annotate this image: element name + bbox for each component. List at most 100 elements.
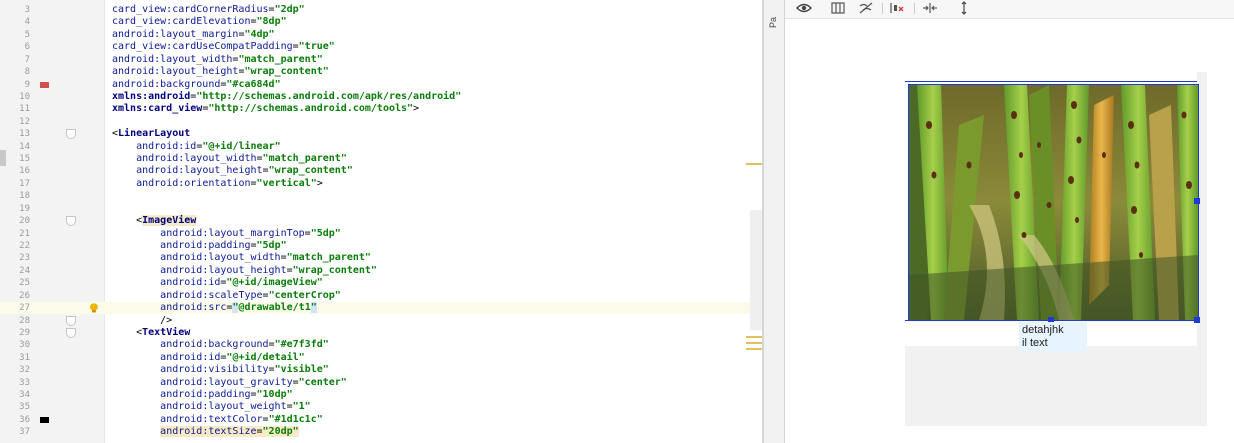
code-line[interactable]: 10 xmlns:android="http://schemas.android.… [0, 91, 762, 103]
code-text[interactable]: android:textSize="20dp" [112, 426, 299, 438]
code-line[interactable]: 23 android:layout_width="match_parent" [0, 252, 762, 264]
code-line[interactable]: 32 android:visibility="visible" [0, 364, 762, 376]
code-text[interactable]: android:orientation="vertical"> [112, 178, 323, 190]
code-text[interactable]: android:layout_height="wrap_content" [112, 165, 353, 177]
device-canvas[interactable]: detahjhk il text [905, 72, 1207, 426]
detail-textview[interactable]: detahjhk il text [1019, 322, 1087, 352]
code-line[interactable]: 31 android:id="@+id/detail" [0, 352, 762, 364]
palette-side-strip[interactable]: Pa [764, 0, 785, 443]
code-text[interactable]: android:layout_width="match_parent" [112, 153, 347, 165]
fold-icon[interactable] [66, 327, 76, 338]
code-text[interactable]: android:padding="5dp" [112, 240, 286, 252]
edge-marker [746, 336, 762, 338]
code-line[interactable]: 34 android:padding="10dp" [0, 389, 762, 401]
code-line[interactable]: 17 android:orientation="vertical"> [0, 178, 762, 190]
code-line[interactable]: 9 android:background="#ca684d" [0, 79, 762, 91]
code-text[interactable]: android:layout_width="match_parent" [112, 252, 371, 264]
code-text[interactable]: android:id="@+id/linear" [112, 141, 281, 153]
line-number: 28 [19, 315, 30, 326]
resize-handle-bottom-right[interactable] [1194, 317, 1200, 323]
code-line[interactable]: 13 <LinearLayout [0, 128, 762, 140]
code-line[interactable]: 6 card_view:cardUseCompatPadding="true" [0, 41, 762, 53]
layout-design-preview[interactable]: detahjhk il text [785, 0, 1234, 443]
autoconnect-icon[interactable] [857, 1, 875, 15]
code-line[interactable]: 29 <TextView [0, 327, 762, 339]
code-line[interactable]: 22 android:padding="5dp" [0, 240, 762, 252]
eye-icon[interactable] [795, 1, 813, 15]
code-line[interactable]: 8 android:layout_height="wrap_content" [0, 66, 762, 78]
code-text[interactable]: android:layout_height="wrap_content" [112, 66, 329, 78]
code-text[interactable]: android:visibility="visible" [112, 364, 329, 376]
palette-tab-label[interactable]: Pa [768, 17, 778, 28]
vertical-guideline-icon[interactable] [955, 1, 973, 15]
design-toolbar [785, 0, 1234, 19]
code-text[interactable]: card_view:cardCornerRadius="2dp" [112, 4, 305, 16]
textview-line-1: detahjhk [1022, 324, 1064, 336]
code-line[interactable]: 5 android:layout_margin="4dp" [0, 29, 762, 41]
code-text[interactable]: card_view:cardUseCompatPadding="true" [112, 41, 335, 53]
xml-code-editor[interactable]: 3 card_view:cardCornerRadius="2dp" 4 card_v… [0, 0, 762, 443]
code-line[interactable]: 19 [0, 203, 762, 215]
selection-top-edge [905, 81, 1197, 82]
code-line[interactable]: 25 android:id="@+id/imageView" [0, 277, 762, 289]
fold-icon[interactable] [66, 129, 76, 140]
code-line[interactable]: 14 android:id="@+id/linear" [0, 141, 762, 153]
code-text[interactable]: /> [112, 315, 172, 327]
code-text[interactable]: android:layout_width="match_parent" [112, 54, 323, 66]
code-text[interactable]: android:padding="10dp" [112, 389, 292, 401]
line-number: 16 [19, 166, 30, 177]
code-text[interactable]: android:layout_height="wrap_content" [112, 265, 377, 277]
code-line[interactable]: 28 /> [0, 315, 762, 327]
code-line[interactable]: 16 android:layout_height="wrap_content" [0, 165, 762, 177]
lightbulb-icon[interactable] [89, 303, 99, 313]
code-text[interactable]: android:id="@+id/detail" [112, 352, 305, 364]
line-number: 24 [19, 265, 30, 276]
code-text[interactable]: android:id="@+id/imageView" [112, 277, 323, 289]
code-text[interactable]: android:layout_marginTop="5dp" [112, 228, 341, 240]
code-text[interactable]: android:layout_margin="4dp" [112, 29, 275, 41]
code-line[interactable]: 21 android:layout_marginTop="5dp" [0, 228, 762, 240]
code-text[interactable]: <ImageView [112, 215, 197, 227]
code-text[interactable]: android:textColor="#1d1c1c" [112, 414, 323, 426]
code-line[interactable]: 7 android:layout_width="match_parent" [0, 54, 762, 66]
clear-constraints-icon[interactable] [888, 1, 906, 15]
code-text[interactable]: android:background="#e7f3fd" [112, 339, 329, 351]
resize-handle-right[interactable] [1194, 198, 1200, 204]
code-line[interactable]: 3 card_view:cardCornerRadius="2dp" [0, 4, 762, 16]
code-text[interactable]: android:src="@drawable/t1" [112, 302, 317, 314]
code-text[interactable]: xmlns:android="http://schemas.android.co… [112, 91, 461, 103]
fold-icon[interactable] [66, 315, 76, 326]
code-line[interactable]: 12 [0, 116, 762, 128]
code-line[interactable]: 33 android:layout_gravity="center" [0, 377, 762, 389]
line-number: 29 [19, 327, 30, 338]
color-swatch-icon[interactable] [40, 81, 49, 88]
code-line[interactable]: 4 card_view:cardElevation="8dp" [0, 16, 762, 28]
code-text[interactable]: android:background="#ca684d" [112, 79, 281, 91]
editor-scrollbar[interactable] [750, 210, 762, 330]
blueprint-icon[interactable] [829, 1, 847, 15]
code-line[interactable]: 37 android:textSize="20dp" [0, 426, 762, 438]
code-line[interactable]: 15 android:layout_width="match_parent" [0, 153, 762, 165]
line-number: 27 [19, 303, 30, 314]
code-line[interactable]: 11 xmlns:card_view="http://schemas.androi… [0, 103, 762, 115]
rice-plant-image[interactable] [908, 84, 1199, 321]
code-line[interactable]: 26 android:scaleType="centerCrop" [0, 290, 762, 302]
code-text[interactable]: android:layout_weight="1" [112, 401, 311, 413]
code-line[interactable]: 35 android:layout_weight="1" [0, 401, 762, 413]
code-line[interactable]: 24 android:layout_height="wrap_content" [0, 265, 762, 277]
code-text[interactable]: <TextView [112, 327, 190, 339]
color-swatch-icon[interactable] [40, 416, 49, 423]
code-line[interactable]: 18 [0, 190, 762, 202]
code-text[interactable]: xmlns:card_view="http://schemas.android.… [112, 103, 419, 115]
horizontal-guideline-icon[interactable] [921, 1, 939, 15]
code-text[interactable]: <LinearLayout [112, 128, 190, 140]
code-line[interactable]: 36 android:textColor="#1d1c1c" [0, 414, 762, 426]
card-view[interactable]: detahjhk il text [905, 72, 1200, 352]
code-text[interactable]: android:scaleType="centerCrop" [112, 290, 341, 302]
code-line[interactable]: 20 <ImageView [0, 215, 762, 227]
fold-icon[interactable] [66, 216, 76, 227]
code-text[interactable]: card_view:cardElevation="8dp" [112, 16, 287, 28]
code-text[interactable]: android:layout_gravity="center" [112, 377, 347, 389]
code-line[interactable]: 30 android:background="#e7f3fd" [0, 339, 762, 351]
code-line[interactable]: 27 android:src="@drawable/t1" [0, 302, 762, 315]
